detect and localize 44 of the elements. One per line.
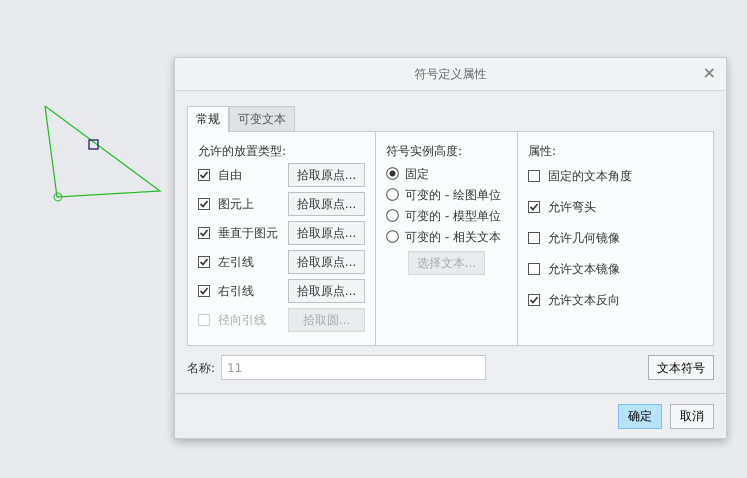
section-heading: 允许的放置类型: [198,143,288,160]
checkbox-label: 固定的文本角度 [548,168,632,184]
radio-button[interactable] [386,230,399,243]
radio-button[interactable] [386,188,399,201]
pick-button[interactable]: 拾取原点... [288,250,365,274]
checkbox[interactable] [528,232,540,244]
radio-button[interactable] [386,209,399,222]
checkbox-label: 允许弯头 [548,198,596,216]
pick-button[interactable]: 拾取原点... [288,192,365,216]
pick-button[interactable]: 拾取原点... [288,162,365,186]
tab[interactable]: 可变文本 [229,106,295,131]
radio-label: 可变的 - 相关文本 [405,228,501,246]
field-label: 名称: [187,360,216,376]
checkbox-label: 图元上 [218,196,254,212]
checkbox-label: 允许文本镜像 [548,260,620,278]
text-symbol-button[interactable]: 文本符号 [648,355,714,380]
checkbox[interactable] [198,284,210,296]
tab[interactable]: 常规 [187,106,229,132]
radio-label: 可变的 - 模型单位 [405,208,501,224]
dialog-button[interactable]: 确定 [618,404,662,428]
radio-label: 可变的 - 绘图单位 [405,186,501,204]
dialog-button[interactable]: 取消 [670,404,714,428]
section-heading: 符号实例高度: [386,143,464,160]
checkbox[interactable] [528,170,540,182]
checkbox-label: 左引线 [218,254,254,270]
checkbox[interactable] [198,168,210,180]
window-title: 符号定义属性 [414,66,486,83]
checkbox[interactable] [528,200,540,212]
checkbox[interactable] [198,226,210,238]
radio-button[interactable] [386,167,399,180]
section-heading: 属性: [528,143,558,160]
checkbox[interactable] [528,294,540,306]
pick-button[interactable]: 拾取原点... [288,220,365,244]
checkbox[interactable] [198,256,210,268]
checkbox-label: 径向引线 [218,312,266,328]
checkbox-label: 自由 [218,166,242,184]
checkbox-label: 允许几何镜像 [548,230,620,246]
checkbox[interactable] [528,262,540,274]
checkbox-label: 右引线 [218,282,254,300]
checkbox-label: 垂直于图元 [218,224,278,242]
checkbox[interactable] [198,198,210,210]
radio-label: 固定 [405,166,429,182]
pick-button[interactable]: 拾取原点... [288,278,365,302]
checkbox-label: 允许文本反向 [548,292,620,308]
